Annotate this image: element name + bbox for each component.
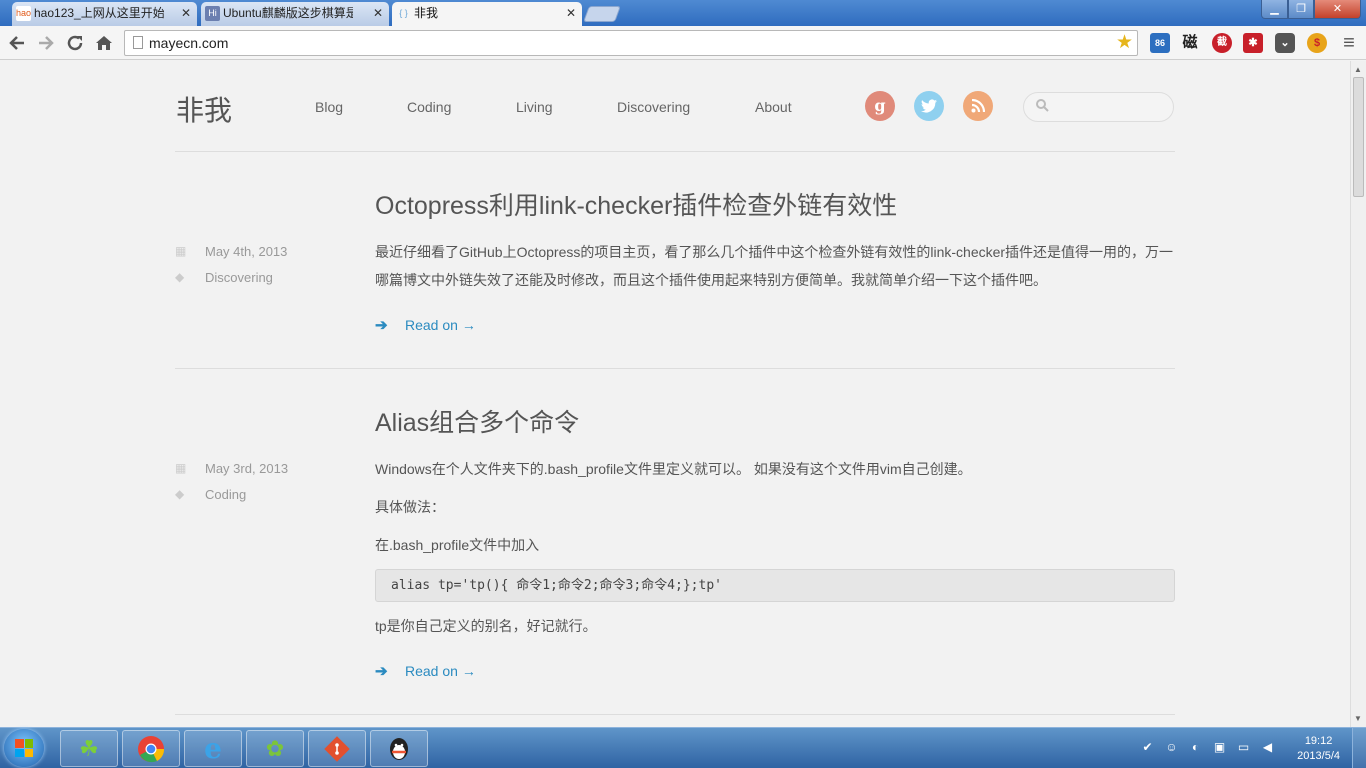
show-desktop-button[interactable] (1352, 728, 1366, 768)
start-button[interactable] (4, 729, 44, 767)
pocket-extension-icon[interactable]: ⌄ (1275, 33, 1295, 53)
scrollbar-thumb[interactable] (1353, 77, 1364, 197)
read-on-label: Read on → (405, 663, 476, 679)
post-paragraph: 具体做法： (375, 499, 445, 515)
tab-close-icon[interactable]: ✕ (373, 2, 383, 24)
new-tab-button[interactable] (583, 6, 621, 22)
page-content: 非我 Blog Coding Living Discovering About … (0, 61, 1350, 727)
arrow-right-icon: ➔ (375, 663, 388, 680)
url-input[interactable] (149, 34, 1109, 52)
tag-icon: ◆ (175, 270, 185, 284)
red-seal-extension-icon[interactable]: 截 (1212, 33, 1232, 53)
maximize-button[interactable]: ❐ (1288, 0, 1314, 19)
reload-icon[interactable] (64, 32, 86, 54)
nav-discovering[interactable]: Discovering (617, 99, 690, 115)
read-on-link[interactable]: ➔ Read on → (375, 316, 476, 334)
tray-network-icon[interactable]: ▭ (1236, 740, 1251, 755)
browser-toolbar: ★ 86 磁 截 ✱ ⌄ $ ≡ (0, 26, 1366, 60)
tab-ubuntu[interactable]: Hi Ubuntu麒麟版这步棋算是 ✕ (201, 2, 389, 26)
header-divider (175, 151, 1175, 152)
clover-app-icon[interactable]: ☘ (60, 730, 118, 767)
window-titlebar: hao hao123_上网从这里开始 ✕ Hi Ubuntu麒麟版这步棋算是 ✕… (0, 0, 1366, 26)
post-paragraph: Windows在个人文件夹下的.bash_profile文件里定义就可以。 如果… (375, 461, 972, 477)
page-icon (133, 36, 143, 49)
tab-close-icon[interactable]: ✕ (566, 2, 576, 24)
chrome-app-icon[interactable] (122, 730, 180, 767)
site-title[interactable]: 非我 (176, 89, 232, 129)
system-clock[interactable]: 19:12 2013/5/4 (1297, 734, 1340, 764)
read-on-label: Read on → (405, 317, 476, 333)
rss-icon[interactable] (963, 91, 993, 121)
calendar-icon: ▦ (175, 461, 187, 475)
post-date: May 3rd, 2013 (205, 461, 289, 476)
post-excerpt: 最近仔细看了GitHub上Octopress的项目主页，看了那么几个插件中这个检… (375, 244, 1174, 288)
post-category[interactable]: Coding (205, 487, 246, 502)
tab-label: 非我 (414, 6, 439, 20)
post-paragraph: 在.bash_profile文件中加入 (375, 537, 540, 553)
tray-check-icon[interactable]: ✔ (1140, 740, 1155, 755)
nav-blog[interactable]: Blog (315, 99, 343, 115)
notification-extension-icon[interactable]: 86 (1150, 33, 1170, 53)
post-date: May 4th, 2013 (205, 244, 288, 259)
search-icon (1036, 99, 1049, 115)
calendar-icon: ▦ (175, 244, 187, 258)
code-block: alias tp='tp(){ 命令1;命令2;命令3;命令4;};tp' (375, 569, 1175, 602)
search-box[interactable] (1023, 92, 1174, 122)
tab-hao123[interactable]: hao hao123_上网从这里开始 ✕ (12, 2, 197, 26)
tab-feiwo[interactable]: { } 非我 ✕ (392, 2, 582, 26)
google-plus-icon[interactable]: g (865, 91, 895, 121)
arrow-right-icon: ➔ (375, 317, 388, 334)
twitter-icon[interactable] (914, 91, 944, 121)
forward-icon[interactable] (35, 32, 57, 54)
post-category[interactable]: Discovering (205, 270, 273, 285)
ci-dictionary-extension-icon[interactable]: 磁 (1180, 33, 1200, 53)
post-title[interactable]: Octopress利用link-checker插件检查外链有效性 (375, 186, 897, 222)
tray-volume-icon[interactable]: ◀ (1260, 740, 1275, 755)
ie-app-icon[interactable]: e (184, 730, 242, 767)
address-bar[interactable]: ★ (124, 30, 1138, 56)
tab-close-icon[interactable]: ✕ (181, 2, 191, 24)
clock-time: 19:12 (1304, 735, 1333, 747)
nav-coding[interactable]: Coding (407, 99, 451, 115)
read-on-link[interactable]: ➔ Read on → (375, 662, 476, 680)
tab-label: Ubuntu麒麟版这步棋算是 (223, 6, 353, 20)
bookmark-star-icon[interactable]: ★ (1116, 32, 1133, 54)
scroll-up-icon[interactable]: ▲ (1354, 65, 1362, 74)
qq-app-icon[interactable] (370, 730, 428, 767)
back-icon[interactable] (6, 32, 28, 54)
windows-logo-icon (15, 739, 33, 757)
clock-date: 2013/5/4 (1297, 750, 1340, 762)
menu-icon[interactable]: ≡ (1338, 32, 1360, 54)
post-divider (175, 714, 1175, 715)
close-window-button[interactable]: ✕ (1314, 0, 1361, 19)
git-app-icon[interactable] (308, 730, 366, 767)
vertical-scrollbar[interactable]: ▲ ▼ (1350, 61, 1366, 727)
tray-qq-icon[interactable]: ☺ (1164, 740, 1179, 755)
tray-device-icon[interactable]: ▣ (1212, 740, 1227, 755)
home-icon[interactable] (93, 32, 115, 54)
tray-network-app-icon[interactable]: ◐ (1188, 740, 1203, 755)
post-category-wrapper: Coding (205, 487, 246, 502)
scroll-down-icon[interactable]: ▼ (1354, 714, 1362, 723)
minimize-button[interactable]: ▁ (1261, 0, 1288, 19)
parrot-app-icon[interactable]: ✿ (246, 730, 304, 767)
hao123-favicon-icon: hao (16, 6, 31, 21)
post-title[interactable]: Alias组合多个命令 (375, 403, 579, 439)
nav-about[interactable]: About (755, 99, 792, 115)
tab-label: hao123_上网从这里开始 (34, 6, 164, 20)
hi-favicon-icon: Hi (205, 6, 220, 21)
post-divider (175, 368, 1175, 369)
windows-taskbar: ☘ e ✿ ✔ ☺ ◐ ▣ ▭ ◀ 19:12 2013/5/4 (0, 727, 1366, 768)
braces-favicon-icon: { } (399, 8, 408, 18)
post-paragraph: tp是你自己定义的别名，好记就行。 (375, 618, 597, 634)
coin-extension-icon[interactable]: $ (1307, 33, 1327, 53)
nav-living[interactable]: Living (516, 99, 553, 115)
post-category-wrapper: Discovering (205, 270, 273, 285)
tag-icon: ◆ (175, 487, 185, 501)
search-input[interactable] (1056, 98, 1166, 116)
plus-extension-icon[interactable]: ✱ (1243, 33, 1263, 53)
